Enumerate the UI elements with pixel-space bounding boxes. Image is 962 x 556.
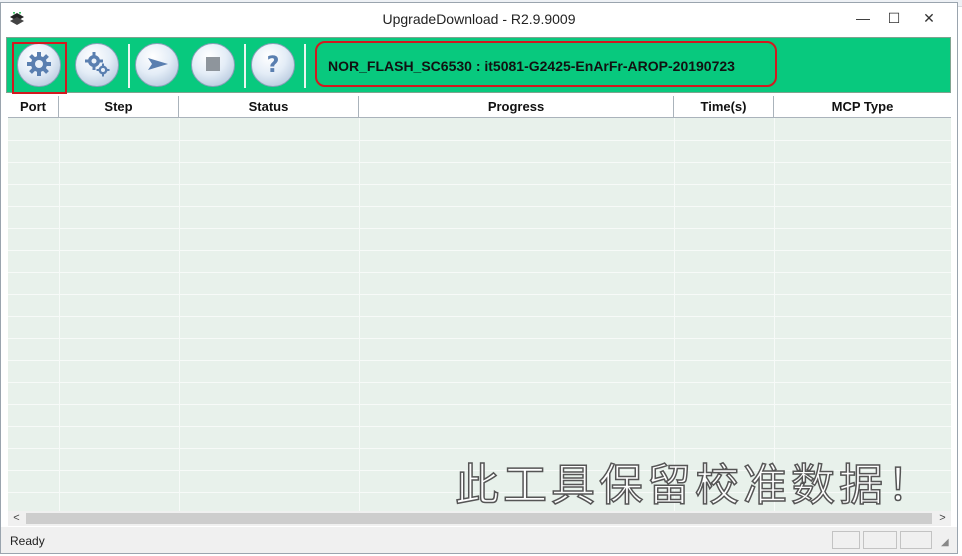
grid-row-line [8,404,951,405]
toolbar-separator [304,44,306,88]
grid-row-line [8,316,951,317]
watermark-text: 此工具保留校准数据！ [454,459,935,512]
grid-row-line [8,338,951,339]
grid-row-line [8,140,951,141]
grid-row-line [8,206,951,207]
grid-row-line [8,426,951,427]
column-header-step[interactable]: Step [59,96,179,117]
grid-row-line [8,162,951,163]
status-pane [832,531,860,549]
maximize-button[interactable]: ☐ [880,7,908,29]
svg-text:?: ? [267,53,280,78]
close-button[interactable]: ✕ [909,7,949,29]
column-header-status[interactable]: Status [179,96,359,117]
column-header-mcp-type[interactable]: MCP Type [774,96,951,117]
help-button[interactable]: ? [251,43,295,87]
scrollbar-thumb[interactable] [26,513,932,524]
app-window: UpgradeDownload - R2.9.9009 — ☐ ✕ ? NOR_… [0,2,958,554]
resize-grip-icon[interactable]: ◢ [941,537,949,548]
grid-row-line [8,250,951,251]
status-bar: Ready ◢ [1,527,957,553]
highlight-annotation-button [12,42,67,94]
title-bar[interactable]: UpgradeDownload - R2.9.9009 — ☐ ✕ [1,3,957,35]
question-icon: ? [259,50,287,81]
toolbar-separator [128,44,130,88]
grid-header: Port Step Status Progress Time(s) MCP Ty… [8,96,951,118]
status-pane [863,531,897,549]
toolbar: ? NOR_FLASH_SC6530 : it5081-G2425-EnArFr… [6,37,951,94]
status-text: Ready [10,534,45,548]
grid-column-line [59,118,60,511]
grid-row-line [8,360,951,361]
firmware-label: NOR_FLASH_SC6530 : it5081-G2425-EnArFr-A… [328,58,735,74]
column-header-port[interactable]: Port [8,96,59,117]
scroll-right-arrow-icon[interactable]: > [934,511,951,526]
minimize-button[interactable]: — [849,7,877,29]
play-arrow-icon [143,50,171,81]
grid-column-line [179,118,180,511]
stop-button[interactable] [191,43,235,87]
toolbar-separator [244,44,246,88]
grid-column-line [359,118,360,511]
horizontal-scrollbar[interactable]: < > [8,511,951,526]
scroll-left-arrow-icon[interactable]: < [8,511,25,526]
column-header-time[interactable]: Time(s) [674,96,774,117]
grid-row-line [8,272,951,273]
column-header-progress[interactable]: Progress [359,96,674,117]
window-title: UpgradeDownload - R2.9.9009 [382,11,576,27]
start-button[interactable] [135,43,179,87]
grid-row-line [8,294,951,295]
settings-button[interactable] [75,43,119,87]
grid-row-line [8,382,951,383]
gears-icon [83,50,111,81]
grid-row-line [8,228,951,229]
stop-square-icon [199,50,227,81]
status-pane [900,531,932,549]
grid-row-line [8,184,951,185]
